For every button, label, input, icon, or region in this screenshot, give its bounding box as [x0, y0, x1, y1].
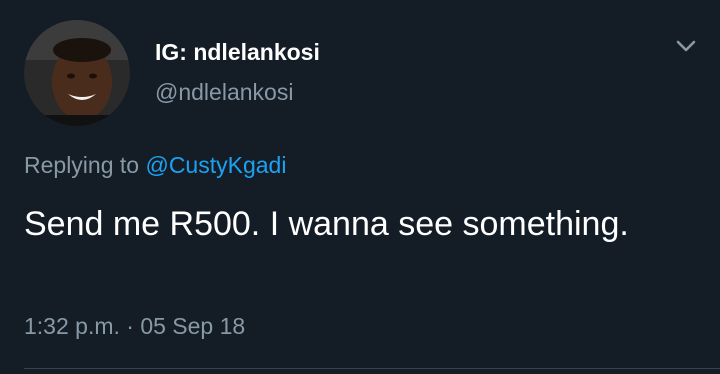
chevron-down-icon[interactable]	[672, 36, 700, 56]
author-display-name[interactable]: IG: ndlelankosi	[155, 39, 320, 66]
replying-to-label: Replying to	[24, 152, 140, 178]
replying-to: Replying to @CustyKgadi	[24, 152, 286, 179]
tweet-timestamp[interactable]: 1:32 p.m. · 05 Sep 18	[24, 313, 245, 340]
profile-photo-icon	[24, 20, 130, 126]
author-handle[interactable]: @ndlelankosi	[155, 79, 293, 106]
tweet-text: Send me R500. I wanna see something.	[24, 205, 629, 243]
avatar[interactable]	[24, 20, 130, 126]
reply-mention-link[interactable]: @CustyKgadi	[145, 152, 286, 178]
tweet-detail: IG: ndlelankosi @ndlelankosi Replying to…	[0, 0, 720, 374]
divider	[24, 368, 720, 369]
